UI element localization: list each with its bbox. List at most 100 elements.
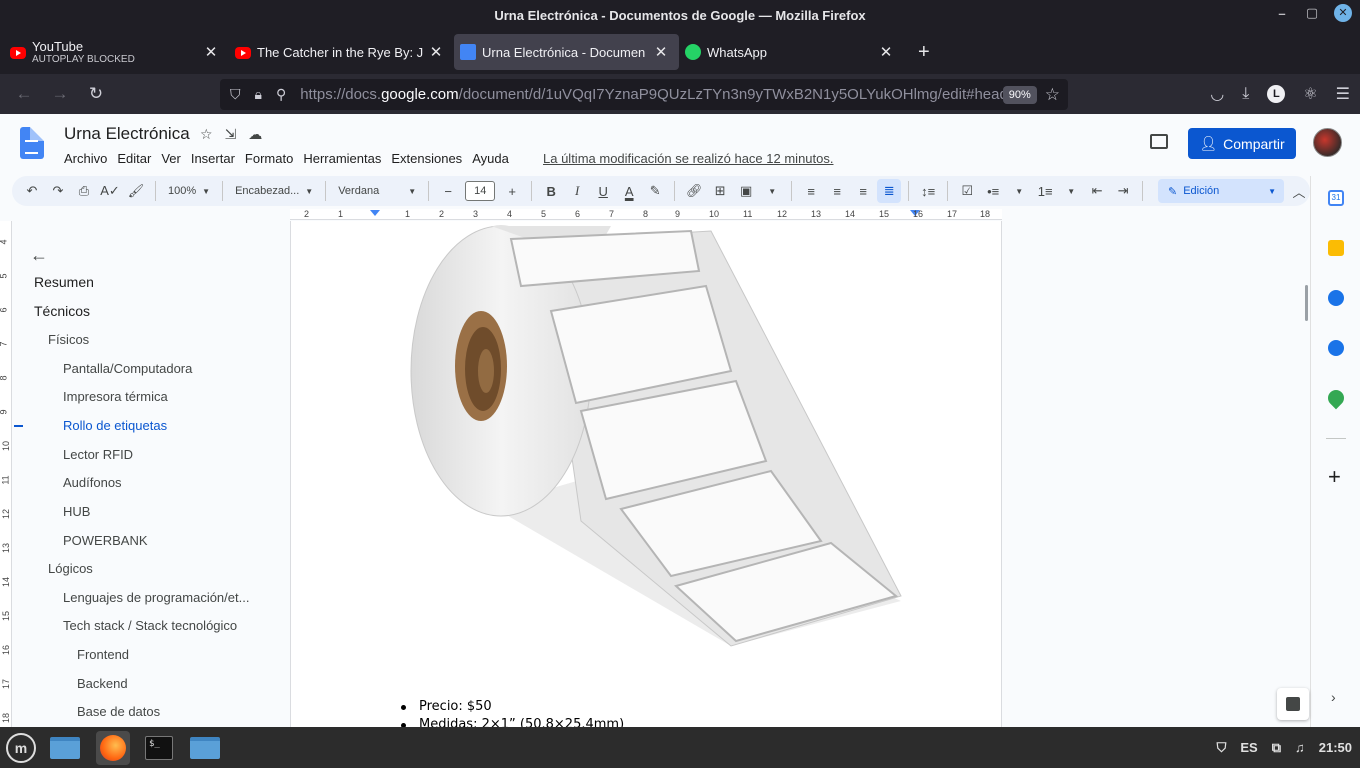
redo-icon[interactable]: ↷ [46, 179, 70, 203]
add-addon-icon[interactable]: + [1328, 464, 1341, 490]
list-item[interactable]: Medidas: 2×1” (50.8×25.4mm) [399, 717, 624, 727]
zoom-dropdown[interactable]: 100% ▼ [162, 179, 216, 203]
outline-item-backend[interactable]: Backend [77, 676, 128, 691]
menu-herramientas[interactable]: Herramientas [303, 151, 381, 166]
extensions-icon[interactable]: ⚛ [1303, 84, 1317, 104]
decrease-font-size-icon[interactable]: − [436, 179, 460, 203]
outline-item-resumen[interactable]: Resumen [34, 274, 94, 290]
close-window-icon[interactable]: ✕ [1334, 4, 1352, 22]
paint-format-icon[interactable]: 🖌︎ [124, 179, 148, 203]
align-right-icon[interactable]: ≡ [851, 179, 875, 203]
menu-insertar[interactable]: Insertar [191, 151, 235, 166]
document-title[interactable]: Urna Electrónica [64, 124, 190, 144]
star-icon[interactable]: ☆ [200, 126, 213, 143]
align-center-icon[interactable]: ≡ [825, 179, 849, 203]
italic-icon[interactable]: I [565, 179, 589, 203]
outline-item-hub[interactable]: HUB [63, 504, 90, 519]
downloads-icon[interactable]: ⤓ [1242, 85, 1249, 103]
close-tab-icon[interactable]: ✕ [878, 43, 894, 61]
left-indent-marker[interactable] [370, 210, 380, 216]
add-comment-icon[interactable]: ⊞ [708, 179, 732, 203]
increase-font-size-icon[interactable]: + [500, 179, 524, 203]
underline-icon[interactable]: U [591, 179, 615, 203]
outline-item-impresora[interactable]: Impresora térmica [63, 389, 168, 404]
tasks-icon[interactable] [1328, 290, 1344, 306]
google-docs-logo-icon[interactable] [20, 127, 44, 159]
lock-icon[interactable]: 🔒︎ [255, 86, 262, 103]
calendar-icon[interactable]: 31 [1328, 190, 1344, 206]
comments-icon[interactable] [1150, 134, 1168, 149]
menu-ayuda[interactable]: Ayuda [472, 151, 509, 166]
decrease-indent-icon[interactable]: ⇤ [1085, 179, 1109, 203]
spellcheck-icon[interactable]: A✓ [98, 179, 122, 203]
outline-item-powerbank[interactable]: POWERBANK [63, 533, 148, 548]
close-tab-icon[interactable]: ✕ [428, 43, 444, 61]
url-bar[interactable]: ⛉ 🔒︎ ⚲ https://docs.google.com/document/… [220, 79, 1068, 110]
line-spacing-icon[interactable]: ↕≡ [916, 179, 940, 203]
tab-whatsapp[interactable]: WhatsApp ✕ [679, 34, 904, 70]
maps-icon[interactable] [1324, 386, 1348, 410]
chevron-down-icon[interactable]: ▼ [760, 179, 784, 203]
bold-icon[interactable]: B [539, 179, 563, 203]
outline-item-tech-stack[interactable]: Tech stack / Stack tecnológico [63, 618, 237, 633]
numbered-list-icon[interactable]: 1≡ [1033, 179, 1057, 203]
network-icon[interactable]: ⧉ [1272, 740, 1281, 756]
align-justify-icon[interactable]: ≣ [877, 179, 902, 203]
outline-item-lector-rfid[interactable]: Lector RFID [63, 447, 133, 462]
keyboard-layout[interactable]: ES [1240, 740, 1257, 755]
menu-ver[interactable]: Ver [161, 151, 181, 166]
taskbar-folder[interactable] [188, 731, 222, 765]
start-menu-button[interactable]: m [4, 731, 38, 765]
reload-icon[interactable]: ↻ [78, 84, 114, 104]
share-button[interactable]: 👤︎ Compartir [1188, 128, 1296, 159]
user-avatar[interactable] [1313, 128, 1342, 157]
menu-icon[interactable]: ☰ [1336, 84, 1350, 104]
back-icon[interactable]: ← [6, 84, 42, 104]
last-modified-link[interactable]: La última modificación se realizó hace 1… [543, 151, 833, 166]
list-item[interactable]: Precio: $50 [399, 699, 624, 717]
sound-icon[interactable]: ♫ [1295, 740, 1305, 755]
pocket-icon[interactable]: ◡ [1210, 84, 1224, 104]
label-roll-image[interactable] [291, 221, 1002, 661]
outline-item-tecnicos[interactable]: Técnicos [34, 303, 90, 319]
outline-item-lenguajes[interactable]: Lenguajes de programación/et... [63, 590, 249, 605]
shield-icon[interactable]: ⛉ [1217, 740, 1227, 756]
outline-item-fisicos[interactable]: Físicos [48, 332, 89, 347]
menu-formato[interactable]: Formato [245, 151, 293, 166]
url-text[interactable]: https://docs.google.com/document/d/1uVQq… [300, 86, 1003, 103]
move-folder-icon[interactable]: ⇲ [225, 126, 237, 143]
menu-editar[interactable]: Editar [117, 151, 151, 166]
account-avatar[interactable]: L [1267, 85, 1286, 103]
forward-icon[interactable]: → [42, 84, 78, 104]
taskbar-files[interactable] [48, 731, 82, 765]
explore-button[interactable] [1277, 688, 1309, 720]
shield-icon[interactable]: ⛉ [230, 86, 241, 103]
text-color-icon[interactable]: A [617, 179, 641, 203]
outline-item-audifonos[interactable]: Audífonos [63, 475, 122, 490]
cloud-status-icon[interactable]: ☁ [248, 126, 262, 143]
minimize-icon[interactable]: – [1274, 6, 1290, 21]
contacts-icon[interactable] [1328, 340, 1344, 356]
editing-mode-dropdown[interactable]: ✎ Edición ▼ [1158, 179, 1284, 203]
outline-item-base-datos[interactable]: Base de datos [77, 704, 160, 719]
align-left-icon[interactable]: ≡ [799, 179, 823, 203]
bookmark-star-icon[interactable]: ☆ [1045, 85, 1060, 105]
print-icon[interactable]: ⎙ [72, 179, 96, 203]
horizontal-ruler[interactable]: 2 1 1 2 3 4 5 6 7 8 9 10 11 12 13 14 15 … [290, 209, 1002, 220]
chevron-down-icon[interactable]: ▼ [1007, 179, 1031, 203]
maximize-icon[interactable]: ▢ [1304, 5, 1320, 21]
menu-extensiones[interactable]: Extensiones [391, 151, 462, 166]
font-dropdown[interactable]: Verdana ▼ [332, 179, 422, 203]
link-icon[interactable]: 🔗︎ [682, 179, 706, 203]
font-size-input[interactable]: 14 [465, 181, 496, 201]
menu-archivo[interactable]: Archivo [64, 151, 107, 166]
undo-icon[interactable]: ↶ [20, 179, 44, 203]
taskbar-terminal[interactable]: $_ [142, 731, 176, 765]
collapse-menus-icon[interactable]: ︿ [1287, 179, 1311, 203]
chevron-down-icon[interactable]: ▼ [1059, 179, 1083, 203]
insert-image-icon[interactable]: ▣ [734, 179, 758, 203]
highlight-icon[interactable]: ✎ [643, 179, 667, 203]
close-tab-icon[interactable]: ✕ [203, 43, 219, 61]
close-tab-icon[interactable]: ✕ [653, 43, 669, 61]
chevron-right-icon[interactable]: › [1331, 689, 1336, 705]
